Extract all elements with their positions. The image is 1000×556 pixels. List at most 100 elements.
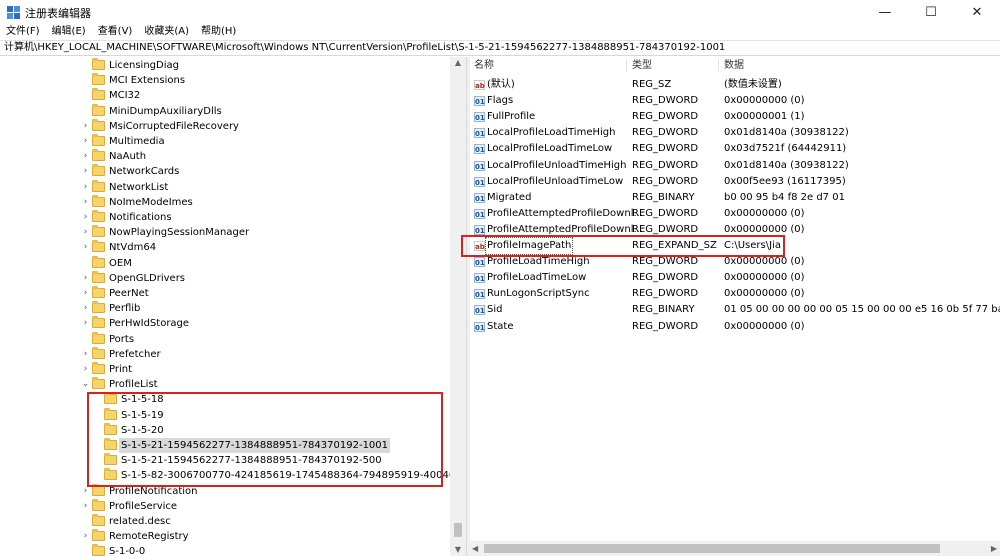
- value-row[interactable]: ab (默认) REG_SZ (数值未设置): [470, 77, 1000, 93]
- tree-item[interactable]: Ports: [81, 331, 446, 347]
- value-type: REG_DWORD: [632, 256, 699, 268]
- value-name: LocalProfileUnloadTimeHigh: [487, 159, 627, 171]
- tree-item[interactable]: S-1-5-20: [93, 422, 446, 438]
- chevron-right-icon[interactable]: ›: [81, 499, 90, 514]
- tree-item[interactable]: OEM: [81, 255, 446, 271]
- maximize-button[interactable]: ☐: [908, 0, 954, 24]
- value-row[interactable]: 01 FullProfile REG_DWORD 0x00000001 (1): [470, 109, 1000, 125]
- chevron-right-icon[interactable]: ›: [81, 149, 90, 164]
- tree-item[interactable]: S-1-5-19: [93, 407, 446, 423]
- value-row[interactable]: 01 LocalProfileLoadTimeLow REG_DWORD 0x03d7…: [470, 141, 1000, 157]
- folder-icon: [92, 362, 105, 374]
- minimize-button[interactable]: —: [862, 0, 908, 24]
- tree-item[interactable]: › NowPlayingSessionManager: [81, 225, 446, 240]
- tree-item[interactable]: › ProfileService: [81, 498, 446, 514]
- address-bar[interactable]: 计算机\HKEY_LOCAL_MACHINE\SOFTWARE\Microsof…: [0, 40, 1000, 56]
- tree-item[interactable]: › ProfileNotification: [81, 483, 446, 499]
- value-row[interactable]: 01 LocalProfileLoadTimeHigh REG_DWORD 0x01d…: [470, 125, 1000, 141]
- tree-item[interactable]: › NetworkList: [81, 179, 446, 195]
- scrollbar-thumb[interactable]: [484, 544, 940, 553]
- tree-item[interactable]: › NetworkCards: [81, 164, 446, 179]
- chevron-right-icon[interactable]: ›: [81, 316, 90, 331]
- scroll-right-icon[interactable]: ▶: [991, 541, 997, 556]
- tree-item[interactable]: › Print: [81, 362, 446, 377]
- chevron-right-icon[interactable]: ›: [81, 195, 90, 210]
- scroll-left-icon[interactable]: ◀: [472, 541, 478, 556]
- tree-item[interactable]: ⌄ ProfileList: [81, 377, 446, 392]
- value-row[interactable]: 01 LocalProfileUnloadTimeHigh REG_DWORD 0x0…: [470, 158, 1000, 174]
- scroll-up-icon[interactable]: ▲: [450, 57, 466, 69]
- value-row[interactable]: 01 Migrated REG_BINARY b0 00 95 b4 f8 2e d7…: [470, 190, 1000, 206]
- chevron-down-icon[interactable]: ⌄: [81, 377, 90, 392]
- menu-view[interactable]: 查看(V): [92, 24, 139, 40]
- value-row[interactable]: 01 LocalProfileUnloadTimeLow REG_DWORD 0x00…: [470, 174, 1000, 190]
- tree-item[interactable]: › MsiCorruptedFileRecovery: [81, 118, 446, 134]
- value-row[interactable]: 01 ProfileLoadTimeHigh REG_DWORD 0x00000000…: [470, 254, 1000, 270]
- tree-item[interactable]: S-1-0-0: [81, 544, 446, 556]
- chevron-right-icon[interactable]: ›: [81, 529, 90, 544]
- tree-item[interactable]: › PerHwIdStorage: [81, 316, 446, 331]
- chevron-right-icon[interactable]: ›: [81, 301, 90, 316]
- value-name: ProfileLoadTimeLow: [487, 272, 587, 284]
- chevron-right-icon[interactable]: ›: [81, 164, 90, 179]
- chevron-right-icon[interactable]: ›: [81, 347, 90, 362]
- chevron-right-icon[interactable]: ›: [81, 134, 90, 149]
- chevron-right-icon[interactable]: ›: [81, 210, 90, 225]
- tree-item[interactable]: MiniDumpAuxiliaryDlls: [81, 103, 446, 119]
- value-row[interactable]: ab ProfileImagePath REG_EXPAND_SZ C:\Users\…: [470, 237, 1000, 255]
- tree-item[interactable]: › Prefetcher: [81, 346, 446, 362]
- chevron-right-icon[interactable]: ›: [81, 180, 90, 195]
- close-button[interactable]: ✕: [954, 0, 1000, 24]
- tree-vertical-scrollbar[interactable]: ▲ ▼: [450, 57, 466, 556]
- value-row[interactable]: 01 ProfileLoadTimeLow REG_DWORD 0x00000000 …: [470, 270, 1000, 286]
- values-horizontal-scrollbar[interactable]: ◀ ▶: [470, 541, 1000, 556]
- chevron-right-icon[interactable]: ›: [81, 362, 90, 377]
- tree-item[interactable]: related.desc: [81, 514, 446, 529]
- tree-item[interactable]: › PeerNet: [81, 286, 446, 301]
- tree-item[interactable]: › Notifications: [81, 210, 446, 225]
- value-row[interactable]: 01 State REG_DWORD 0x00000000 (0): [470, 319, 1000, 335]
- value-row[interactable]: 01 ProfileAttemptedProfileDownl... REG_DWO…: [470, 206, 1000, 222]
- menu-file[interactable]: 文件(F): [0, 24, 46, 40]
- scrollbar-thumb[interactable]: [454, 523, 462, 537]
- menu-favorites[interactable]: 收藏夹(A): [138, 24, 195, 40]
- folder-icon: [92, 73, 105, 86]
- scroll-down-icon[interactable]: ▼: [450, 544, 466, 556]
- tree-item[interactable]: › Multimedia: [81, 134, 446, 149]
- key-tree-pane[interactable]: LicensingDiag MCI Extensions MCI32 MiniDump…: [0, 57, 466, 556]
- values-pane[interactable]: 名称 类型 数据 ab (默认) REG_SZ (数值未设置) 01 Flags REG_D…: [470, 57, 1000, 556]
- menu-edit[interactable]: 编辑(E): [46, 24, 92, 40]
- column-separator[interactable]: [718, 59, 719, 72]
- tree-item[interactable]: › Perflib: [81, 301, 446, 316]
- tree-item[interactable]: S-1-5-18: [93, 392, 446, 407]
- value-row[interactable]: 01 ProfileAttemptedProfileDownl... REG_DWO…: [470, 222, 1000, 238]
- chevron-right-icon[interactable]: ›: [81, 484, 90, 499]
- tree-item[interactable]: S-1-5-82-3006700770-424185619-1745488364…: [93, 468, 466, 483]
- column-header-name[interactable]: 名称: [474, 57, 494, 74]
- folder-icon: [104, 392, 117, 405]
- tree-item[interactable]: LicensingDiag: [81, 58, 446, 73]
- tree-item[interactable]: › NtVdm64: [81, 240, 446, 255]
- value-row[interactable]: 01 Flags REG_DWORD 0x00000000 (0): [470, 93, 1000, 109]
- value-row[interactable]: 01 RunLogonScriptSync REG_DWORD 0x00000000 …: [470, 286, 1000, 302]
- value-data: 0x00000000 (0): [724, 320, 805, 332]
- column-header-data[interactable]: 数据: [724, 57, 744, 74]
- tree-item[interactable]: MCI Extensions: [81, 73, 446, 88]
- menu-help[interactable]: 帮助(H): [195, 24, 242, 40]
- chevron-right-icon[interactable]: ›: [81, 240, 90, 255]
- chevron-right-icon[interactable]: ›: [81, 225, 90, 240]
- chevron-right-icon[interactable]: ›: [81, 286, 90, 301]
- tree-item[interactable]: › NaAuth: [81, 149, 446, 164]
- tree-item[interactable]: › OpenGLDrivers: [81, 270, 446, 286]
- tree-item[interactable]: MCI32: [81, 88, 446, 103]
- tree-item[interactable]: › NoImeModeImes: [81, 194, 446, 210]
- chevron-right-icon[interactable]: ›: [81, 271, 90, 286]
- tree-item[interactable]: › RemoteRegistry: [81, 529, 446, 544]
- value-row[interactable]: 01 Sid REG_BINARY 01 05 00 00 00 00 00 05 1…: [470, 302, 1000, 318]
- value-name: LocalProfileLoadTimeLow: [487, 143, 613, 155]
- column-header-type[interactable]: 类型: [632, 57, 652, 74]
- tree-item[interactable]: S-1-5-21-1594562277-1384888951-784370192…: [93, 438, 446, 453]
- column-separator[interactable]: [626, 59, 627, 72]
- chevron-right-icon[interactable]: ›: [81, 119, 90, 134]
- tree-item[interactable]: S-1-5-21-1594562277-1384888951-784370192…: [93, 453, 446, 468]
